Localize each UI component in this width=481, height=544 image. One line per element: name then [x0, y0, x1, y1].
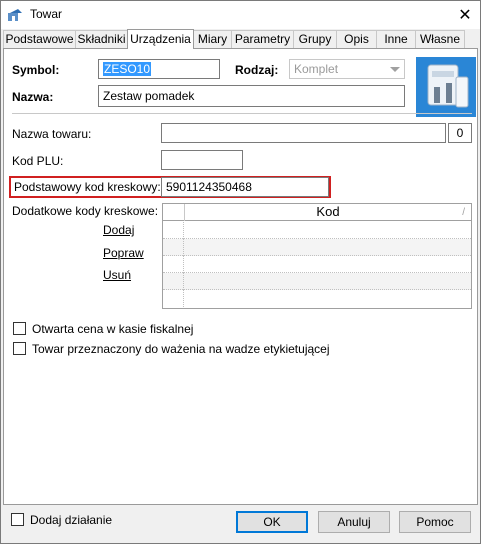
dodaj-link[interactable]: Dodaj: [103, 223, 134, 237]
rodzaj-select[interactable]: Komplet: [289, 59, 405, 79]
row-indicator: [163, 290, 184, 307]
dodaj-dzialanie-checkbox[interactable]: [11, 513, 24, 526]
row-indicator: [163, 273, 184, 290]
row-indicator: [163, 222, 184, 239]
nazwa-towaru-label: Nazwa towaru:: [12, 127, 92, 141]
row-indicator: [163, 256, 184, 273]
tab-opis[interactable]: Opis: [336, 30, 377, 48]
table-row[interactable]: [163, 222, 471, 239]
close-button[interactable]: ✕: [450, 1, 480, 29]
nazwa-value: Zestaw pomadek: [103, 89, 195, 103]
towar-dialog: Towar ✕ Podstawowe Składniki Urządzenia …: [0, 0, 481, 544]
kod-plu-field[interactable]: [161, 150, 243, 170]
divider: [12, 113, 472, 114]
table-row[interactable]: [163, 239, 471, 256]
table-row[interactable]: [163, 256, 471, 273]
table-row[interactable]: [163, 273, 471, 290]
ok-button[interactable]: OK: [236, 511, 308, 533]
anuluj-button[interactable]: Anuluj: [318, 511, 390, 533]
row-indicator: [163, 239, 184, 256]
column-header-kod-label: Kod: [316, 204, 340, 219]
tab-miary[interactable]: Miary: [193, 30, 232, 48]
symbol-field[interactable]: ZESO10: [98, 59, 220, 79]
tab-skladniki[interactable]: Składniki: [75, 30, 128, 48]
kod-plu-label: Kod PLU:: [12, 154, 64, 168]
tab-wlasne[interactable]: Własne: [415, 30, 465, 48]
wazenie-checkbox[interactable]: [13, 342, 26, 355]
close-icon: ✕: [458, 7, 472, 24]
column-header-kod[interactable]: Kod /: [184, 204, 471, 221]
tab-strip: Podstawowe Składniki Urządzenia Miary Pa…: [3, 29, 478, 49]
nazwa-towaru-field[interactable]: [161, 123, 446, 143]
product-image[interactable]: [416, 57, 476, 117]
popraw-link[interactable]: Popraw: [103, 246, 144, 260]
tab-grupy[interactable]: Grupy: [293, 30, 337, 48]
dodaj-dzialanie-label: Dodaj działanie: [30, 513, 113, 527]
otwarta-cena-checkbox[interactable]: [13, 322, 26, 335]
usun-link[interactable]: Usuń: [103, 268, 131, 282]
dodatkowe-kody-label: Dodatkowe kody kreskowe:: [12, 204, 159, 218]
grid-header: Kod /: [163, 204, 471, 221]
rodzaj-value: Komplet: [294, 62, 339, 76]
title-bar: Towar ✕: [1, 1, 480, 29]
symbol-label: Symbol:: [12, 63, 60, 77]
app-icon: [8, 9, 22, 21]
window-title: Towar: [30, 7, 63, 21]
chevron-down-icon: [390, 67, 400, 72]
tab-parametry[interactable]: Parametry: [231, 30, 294, 48]
tab-panel-urzadzenia: Symbol: ZESO10 Rodzaj: Komplet Nazwa: Ze…: [3, 48, 478, 505]
symbol-value: ZESO10: [103, 62, 152, 76]
tab-urzadzenia[interactable]: Urządzenia: [127, 29, 194, 49]
nazwa-field[interactable]: Zestaw pomadek: [98, 85, 405, 107]
additional-barcodes-grid[interactable]: Kod /: [162, 203, 472, 309]
rodzaj-label: Rodzaj:: [235, 63, 279, 77]
otwarta-cena-label: Otwarta cena w kasie fiskalnej: [32, 322, 194, 336]
nazwa-towaru-counter[interactable]: 0: [448, 123, 472, 143]
kod-kreskowy-field[interactable]: 5901124350468: [161, 177, 329, 197]
kod-kreskowy-label: Podstawowy kod kreskowy:: [14, 180, 161, 194]
wazenie-label: Towar przeznaczony do ważenia na wadze e…: [32, 342, 330, 356]
tab-inne[interactable]: Inne: [376, 30, 416, 48]
table-row[interactable]: [163, 290, 471, 307]
tab-podstawowe[interactable]: Podstawowe: [3, 30, 76, 48]
kod-kreskowy-value: 5901124350468: [166, 180, 252, 194]
sort-icon: /: [462, 207, 465, 218]
pomoc-button[interactable]: Pomoc: [399, 511, 471, 533]
nazwa-label: Nazwa:: [12, 90, 54, 104]
